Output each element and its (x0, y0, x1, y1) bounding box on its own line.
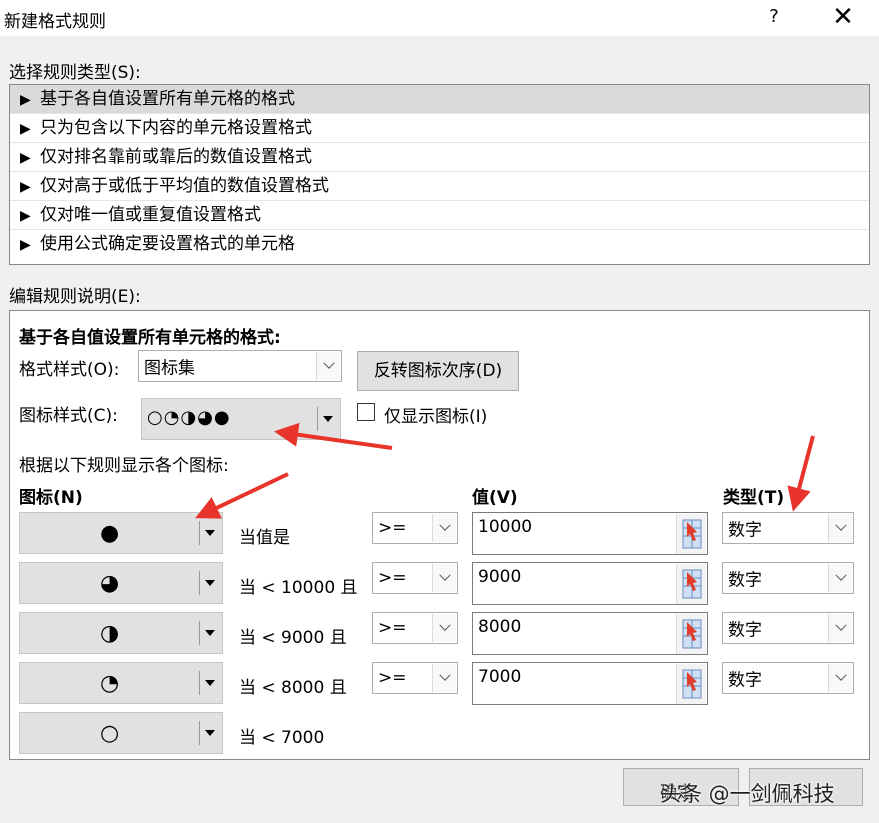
annotation-arrow (274, 422, 393, 450)
watermark: 头条 @一剑佩科技 (660, 782, 835, 806)
annotation-arrow (195, 472, 289, 519)
annotation-arrow (787, 435, 815, 512)
annotation-arrows (195, 422, 815, 519)
